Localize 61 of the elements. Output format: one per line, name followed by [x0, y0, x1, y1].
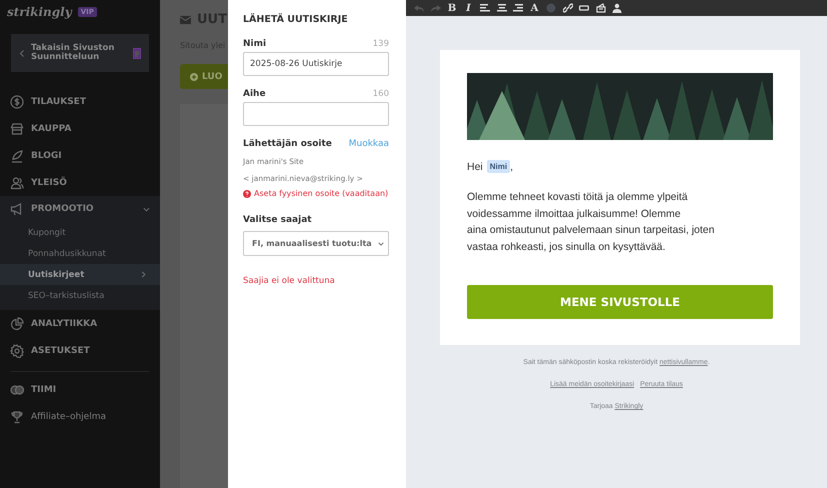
input-field[interactable]	[243, 102, 389, 126]
sidebar-subitem[interactable]: Ponnahdusikkunat	[0, 243, 160, 264]
character-counter: 160	[372, 89, 389, 99]
sidebar-item[interactable]: PROMOOTIO	[0, 196, 160, 222]
envelope-icon	[180, 14, 191, 24]
dollar-icon	[10, 94, 24, 108]
store-icon	[10, 122, 24, 136]
sidebar-item[interactable]: ANALYTIIKKA	[0, 310, 160, 337]
greeting-punctuation: ,	[510, 160, 514, 172]
chevron-left-icon	[19, 48, 25, 58]
sidebar-item[interactable]: KAUPPA	[0, 115, 160, 142]
align-right-icon[interactable]	[513, 3, 523, 13]
color-swatch-icon[interactable]	[546, 3, 556, 13]
body-paragraph: Olemme tehneet kovasti töitä ja olemme ylpeitä voidessamme ilmoittaa julkaisumme! Olemme aina omistautunut palvelemaan sinun tarpeitasi, joten vastaa rohkeasti, jos sinulla on kysyttävää.	[467, 190, 716, 254]
person-icon[interactable]	[612, 3, 622, 13]
feather-icon	[10, 148, 24, 162]
merge-tag[interactable]: Nimi	[486, 160, 510, 173]
field-label: Aihe	[243, 89, 266, 99]
people-icon	[10, 176, 24, 190]
gear-icon	[10, 344, 24, 358]
character-counter: 139	[372, 39, 389, 49]
trophy-icon	[10, 410, 24, 424]
sidebar-subitem[interactable]: Kupongit	[0, 222, 160, 243]
sidebar-item[interactable]: TIIMI	[0, 376, 160, 403]
button-icon[interactable]	[579, 3, 589, 13]
edit-link[interactable]: Muokkaa	[348, 139, 389, 149]
visit-site-button[interactable]: MENE SIVUSTOLLE	[467, 285, 773, 319]
link-icon[interactable]	[562, 3, 572, 13]
image-icon[interactable]	[596, 3, 606, 13]
font-color-button[interactable]: A	[526, 1, 542, 15]
align-center-icon[interactable]	[496, 3, 506, 13]
plus-icon	[190, 72, 198, 80]
input-field[interactable]: 2025-08-26 Uutiskirje	[243, 52, 389, 76]
sidebar-item[interactable]: BLOGI	[0, 142, 160, 169]
field-label: Nimi	[243, 39, 266, 49]
logo[interactable]: strikingly	[7, 5, 72, 19]
italic-button[interactable]: I	[460, 1, 476, 15]
question-icon	[243, 190, 251, 198]
sidebar-item[interactable]: ASETUKSET	[0, 337, 160, 364]
document-icon	[133, 48, 141, 58]
chevron-down-icon	[378, 242, 384, 246]
create-button[interactable]: LUO	[180, 64, 228, 89]
team-icon	[10, 382, 24, 396]
chevron-right-icon	[141, 271, 146, 278]
field-label: Valitse saajat	[243, 215, 313, 225]
sidebar-item[interactable]: Affiliate–ohjelma	[0, 403, 160, 430]
greeting-text: Hei	[467, 160, 483, 172]
sidebar-item[interactable]: TILAUKSET	[0, 88, 160, 115]
pie-chart-icon	[10, 316, 24, 330]
sidebar-subitem[interactable]: SEO–tarkistuslista	[0, 285, 160, 306]
back-button[interactable]: Takaisin Sivuston Suunnitteluun	[11, 34, 149, 72]
megaphone-icon	[10, 202, 24, 216]
sidebar-subitem[interactable]: Uutiskirjeet	[0, 264, 160, 285]
align-left-icon[interactable]	[480, 3, 490, 13]
error-message: Saajia ei ole valittuna	[243, 276, 336, 286]
panel-title: LÄHETÄ UUTISKIRJE	[243, 14, 349, 25]
field-label: Lähettäjän osoite	[243, 139, 332, 149]
sidebar-item[interactable]: YLEISÖ	[0, 169, 160, 196]
warning-link[interactable]: Aseta fyysinen osoite (vaaditaan)	[254, 189, 388, 198]
recipients-dropdown[interactable]: FI, manuaalisesti tuotu:lta	[243, 231, 389, 256]
bold-button[interactable]: B	[444, 1, 460, 15]
